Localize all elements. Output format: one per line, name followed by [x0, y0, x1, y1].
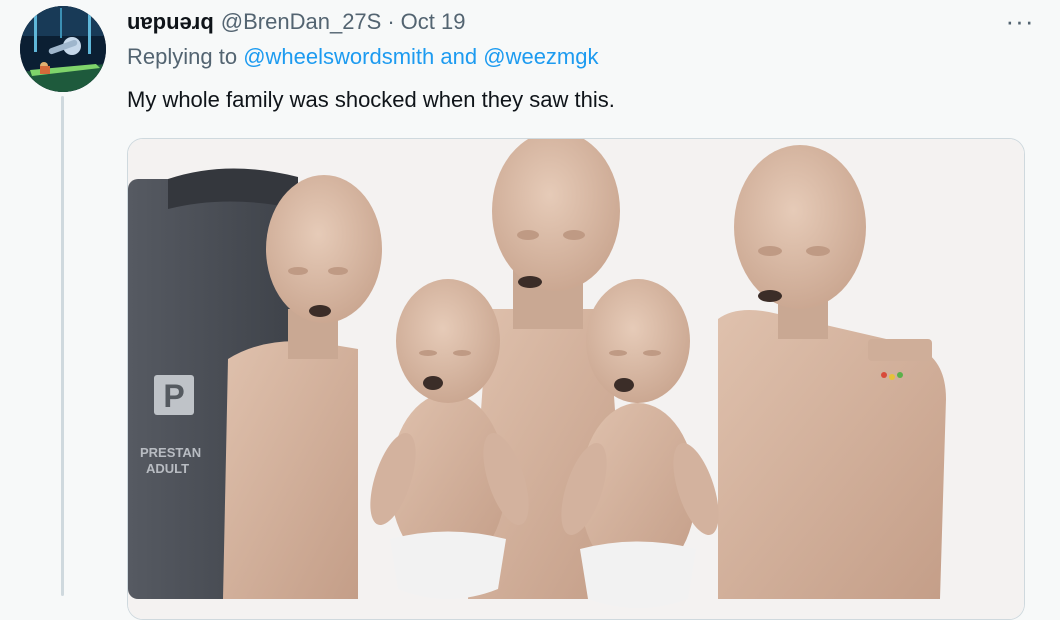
tweet: uɐpuǝɹq @BrenDan_27S · Oct 19 ··· Replyi… [0, 0, 1060, 620]
reply-user-link-1[interactable]: @wheelswordsmith [243, 44, 434, 69]
tweet-header: uɐpuǝɹq @BrenDan_27S · Oct 19 [127, 6, 465, 38]
separator-dot: · [387, 9, 395, 34]
avatar-image [20, 6, 106, 92]
more-glyph: ··· [1005, 5, 1035, 36]
tweet-date[interactable]: Oct 19 [401, 9, 466, 35]
more-icon[interactable]: ··· [1002, 6, 1038, 36]
thread-line [61, 96, 64, 596]
avatar[interactable] [20, 6, 106, 92]
replying-to-line: Replying to @wheelswordsmith and @weezmg… [127, 44, 599, 70]
tweet-media[interactable]: P PRESTAN ADULT [127, 138, 1025, 620]
media-photo: P PRESTAN ADULT [128, 139, 1024, 619]
reply-user-link-2[interactable]: @weezmgk [483, 44, 598, 69]
reply-and-text[interactable]: and [440, 44, 477, 69]
display-name[interactable]: uɐpuǝɹq [127, 9, 214, 35]
bag-brand-line-1: PRESTAN [140, 445, 201, 460]
bag-logo-letter: P [163, 378, 184, 414]
bag-brand-line-2: ADULT [146, 461, 189, 476]
reply-prefix: Replying to [127, 44, 238, 69]
tweet-text: My whole family was shocked when they sa… [127, 87, 615, 112]
user-handle[interactable]: @BrenDan_27S [221, 9, 382, 35]
